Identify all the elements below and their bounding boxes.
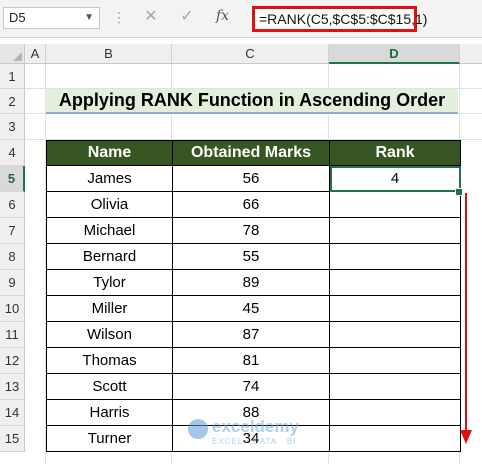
- rank-cell[interactable]: [329, 399, 461, 426]
- table-header-row: Name Obtained Marks Rank: [46, 140, 461, 166]
- table-row: Thomas 81: [46, 347, 461, 374]
- column-header-a[interactable]: A: [25, 44, 46, 64]
- marks-cell[interactable]: 45: [172, 295, 330, 322]
- drag-arrow-line: [465, 193, 467, 433]
- marks-cell[interactable]: 55: [172, 243, 330, 270]
- watermark-tagline: EXCEL · DATA · BI: [212, 437, 297, 446]
- name-cell[interactable]: Scott: [46, 373, 173, 400]
- name-cell[interactable]: Bernard: [46, 243, 173, 270]
- select-all-triangle-icon: [13, 52, 22, 61]
- name-cell[interactable]: Tylor: [46, 269, 173, 296]
- header-name[interactable]: Name: [46, 140, 173, 166]
- fill-handle[interactable]: [455, 188, 463, 196]
- header-obtained-marks[interactable]: Obtained Marks: [172, 140, 330, 166]
- row-header-10[interactable]: 10: [0, 296, 25, 322]
- enter-check-icon[interactable]: ✓: [176, 6, 198, 28]
- row-header-14[interactable]: 14: [0, 400, 25, 426]
- chevron-down-icon[interactable]: ▼: [84, 8, 94, 28]
- formula-bar: D5 ▼ ⋮ ✕ ✓ fx =RANK(C5,$C$5:$C$15,1): [0, 0, 482, 38]
- watermark: exceldemy EXCEL · DATA · BI: [188, 415, 313, 447]
- rank-cell[interactable]: [329, 321, 461, 348]
- table-row: Tylor 89: [46, 269, 461, 296]
- column-header-e[interactable]: [460, 44, 482, 64]
- rank-cell[interactable]: [329, 425, 461, 452]
- marks-cell[interactable]: 66: [172, 191, 330, 218]
- exceldemy-logo-icon: [188, 419, 208, 439]
- more-options-icon: ⋮: [112, 9, 127, 25]
- name-box-value: D5: [9, 10, 26, 25]
- row-header-15[interactable]: 15: [0, 426, 25, 452]
- column-header-b[interactable]: B: [46, 44, 172, 64]
- row-header-11[interactable]: 11: [0, 322, 25, 348]
- name-cell[interactable]: Miller: [46, 295, 173, 322]
- name-cell[interactable]: Olivia: [46, 191, 173, 218]
- row-header-5[interactable]: 5: [0, 166, 25, 192]
- marks-cell[interactable]: 87: [172, 321, 330, 348]
- marks-cell[interactable]: 89: [172, 269, 330, 296]
- row-header-3[interactable]: 3: [0, 114, 25, 140]
- name-box[interactable]: D5 ▼: [3, 7, 100, 29]
- select-all-button[interactable]: [0, 44, 25, 64]
- name-cell[interactable]: Turner: [46, 425, 173, 452]
- rank-cell[interactable]: [329, 347, 461, 374]
- row-header-4[interactable]: 4: [0, 140, 25, 166]
- rank-cell-selected[interactable]: 4: [329, 165, 461, 192]
- row-header-13[interactable]: 13: [0, 374, 25, 400]
- row-header-9[interactable]: 9: [0, 270, 25, 296]
- row-header-2[interactable]: 2: [0, 89, 25, 114]
- marks-cell[interactable]: 81: [172, 347, 330, 374]
- formula-input[interactable]: =RANK(C5,$C$5:$C$15,1): [252, 6, 427, 32]
- rank-cell[interactable]: [329, 243, 461, 270]
- insert-function-icon[interactable]: fx: [216, 8, 229, 24]
- name-cell[interactable]: James: [46, 165, 173, 192]
- sheet-title[interactable]: Applying RANK Function in Ascending Orde…: [46, 89, 458, 114]
- table-row: Olivia 66: [46, 191, 461, 218]
- cancel-icon[interactable]: ✕: [140, 6, 162, 28]
- name-cell[interactable]: Michael: [46, 217, 173, 244]
- table-row: Miller 45: [46, 295, 461, 322]
- rank-cell[interactable]: [329, 295, 461, 322]
- row-header-6[interactable]: 6: [0, 192, 25, 218]
- watermark-name: exceldemy: [212, 417, 299, 436]
- rank-cell[interactable]: [329, 217, 461, 244]
- table-row: Bernard 55: [46, 243, 461, 270]
- name-cell[interactable]: Wilson: [46, 321, 173, 348]
- row-header-8[interactable]: 8: [0, 244, 25, 270]
- data-table: Name Obtained Marks Rank James 56 4 Oliv…: [46, 140, 461, 452]
- marks-cell[interactable]: 74: [172, 373, 330, 400]
- column-header-c[interactable]: C: [172, 44, 329, 64]
- name-cell[interactable]: Thomas: [46, 347, 173, 374]
- marks-cell[interactable]: 56: [172, 165, 330, 192]
- header-rank[interactable]: Rank: [329, 140, 461, 166]
- rank-cell[interactable]: [329, 269, 461, 296]
- table-row: Scott 74: [46, 373, 461, 400]
- rank-cell[interactable]: [329, 373, 461, 400]
- marks-cell[interactable]: 78: [172, 217, 330, 244]
- table-row: James 56 4: [46, 165, 461, 192]
- row-header-7[interactable]: 7: [0, 218, 25, 244]
- table-row: Wilson 87: [46, 321, 461, 348]
- arrow-down-icon: [460, 430, 472, 444]
- rank-cell[interactable]: [329, 191, 461, 218]
- row-header-1[interactable]: 1: [0, 64, 25, 89]
- table-row: Michael 78: [46, 217, 461, 244]
- row-header-12[interactable]: 12: [0, 348, 25, 374]
- name-cell[interactable]: Harris: [46, 399, 173, 426]
- column-header-d[interactable]: D: [329, 44, 460, 64]
